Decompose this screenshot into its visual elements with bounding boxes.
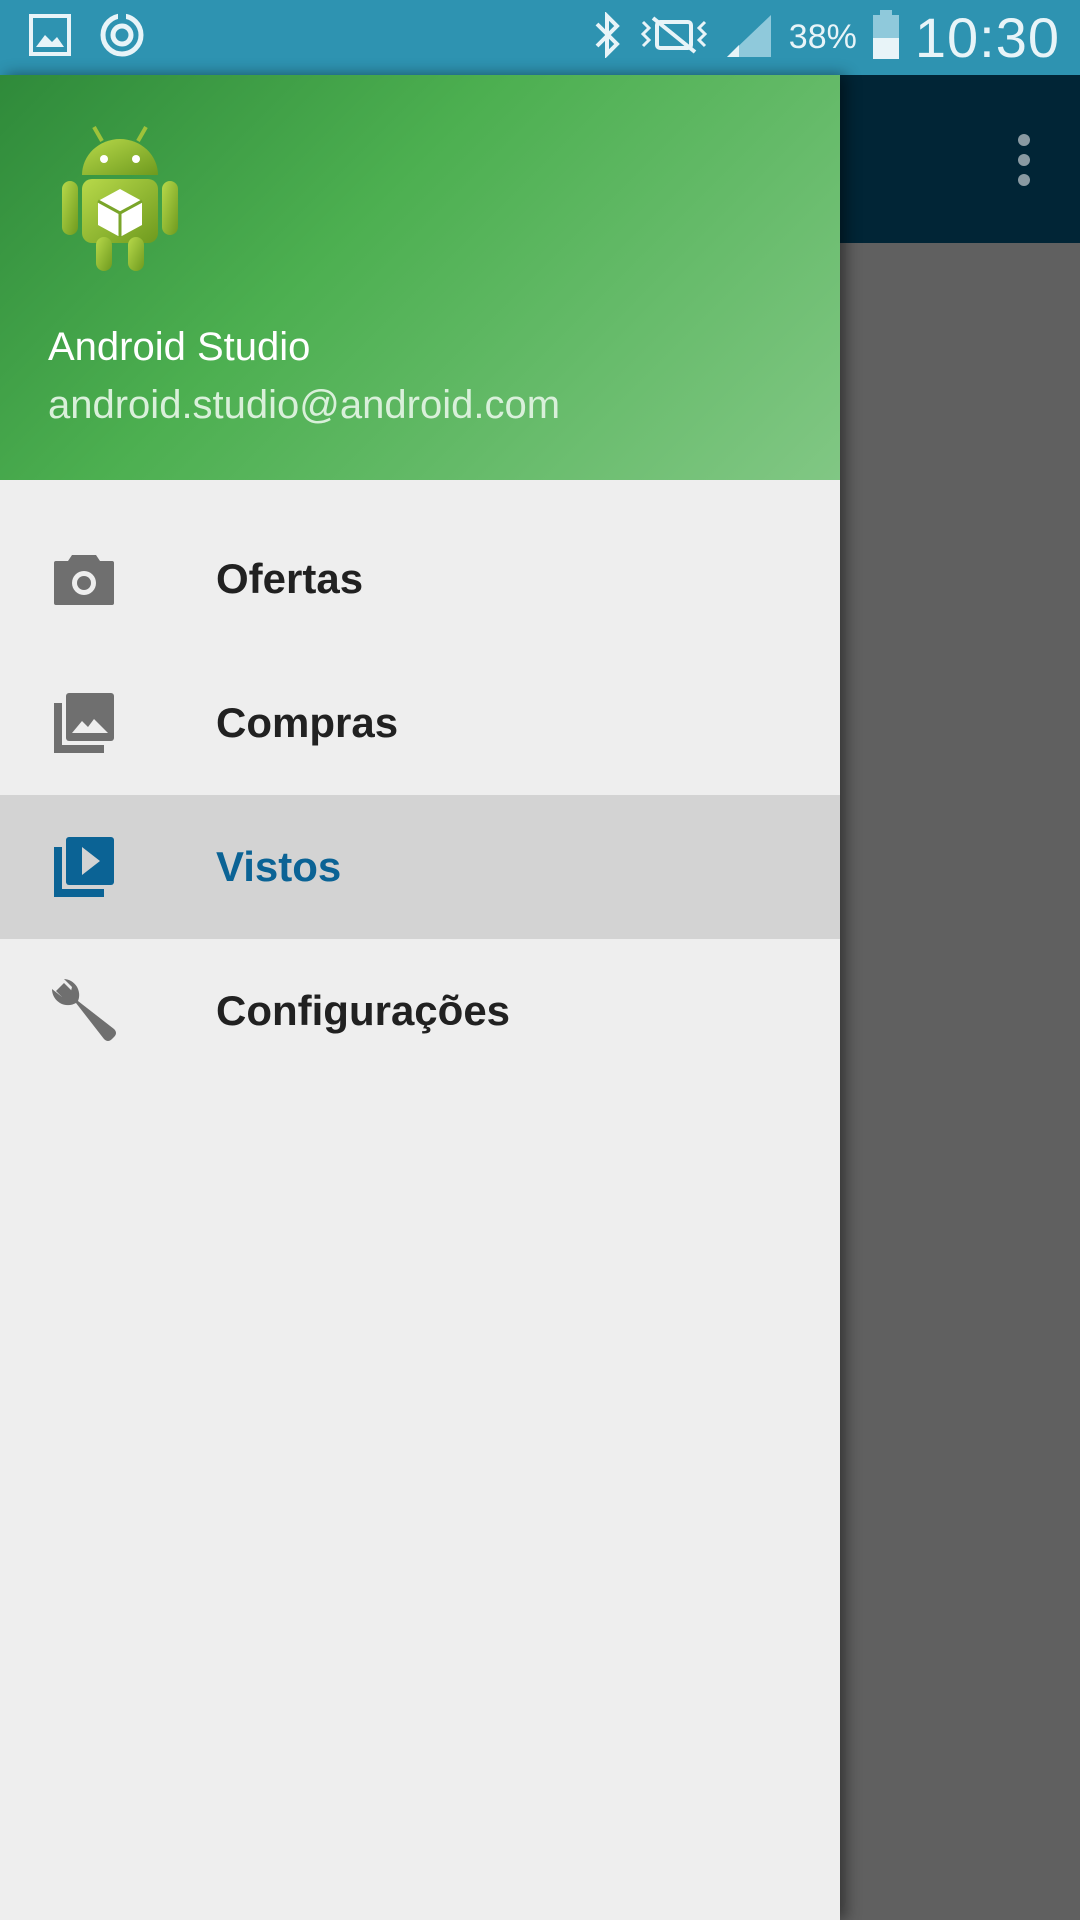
bluetooth-icon <box>591 11 625 63</box>
drawer-item-compras[interactable]: Compras <box>0 651 840 795</box>
sync-notification-icon <box>98 11 146 64</box>
account-name: Android Studio <box>48 325 311 369</box>
screen: 38% 10:30 Android Studio android.studio@… <box>0 0 1080 1920</box>
camera-icon <box>50 545 118 613</box>
drawer-item-label: Vistos <box>216 843 342 890</box>
wrench-icon <box>50 977 118 1045</box>
clock: 10:30 <box>914 6 1060 69</box>
vibrate-mute-icon <box>639 12 709 63</box>
more-vert-icon[interactable] <box>994 120 1054 200</box>
drawer-item-label: Ofertas <box>216 555 364 602</box>
video-library-icon <box>50 833 118 901</box>
gallery-notification-icon <box>28 13 72 62</box>
drawer-item-label: Compras <box>216 699 399 746</box>
drawer-header: Android Studio android.studio@android.co… <box>0 75 840 480</box>
drawer-item-label: Configurações <box>216 987 511 1034</box>
android-robot-icon[interactable] <box>56 125 184 275</box>
photo-library-icon <box>50 689 118 757</box>
navigation-drawer: Android Studio android.studio@android.co… <box>0 75 840 1920</box>
drawer-item-configuracoes[interactable]: Configurações <box>0 939 840 1083</box>
status-bar: 38% 10:30 <box>0 0 1080 75</box>
battery-icon <box>871 10 901 65</box>
battery-percent: 38% <box>788 18 857 56</box>
account-email: android.studio@android.com <box>48 383 561 427</box>
drawer-menu: Ofertas Compras Vistos Configurações <box>0 507 840 1083</box>
signal-icon <box>723 11 775 64</box>
drawer-item-ofertas[interactable]: Ofertas <box>0 507 840 651</box>
drawer-item-vistos[interactable]: Vistos <box>0 795 840 939</box>
